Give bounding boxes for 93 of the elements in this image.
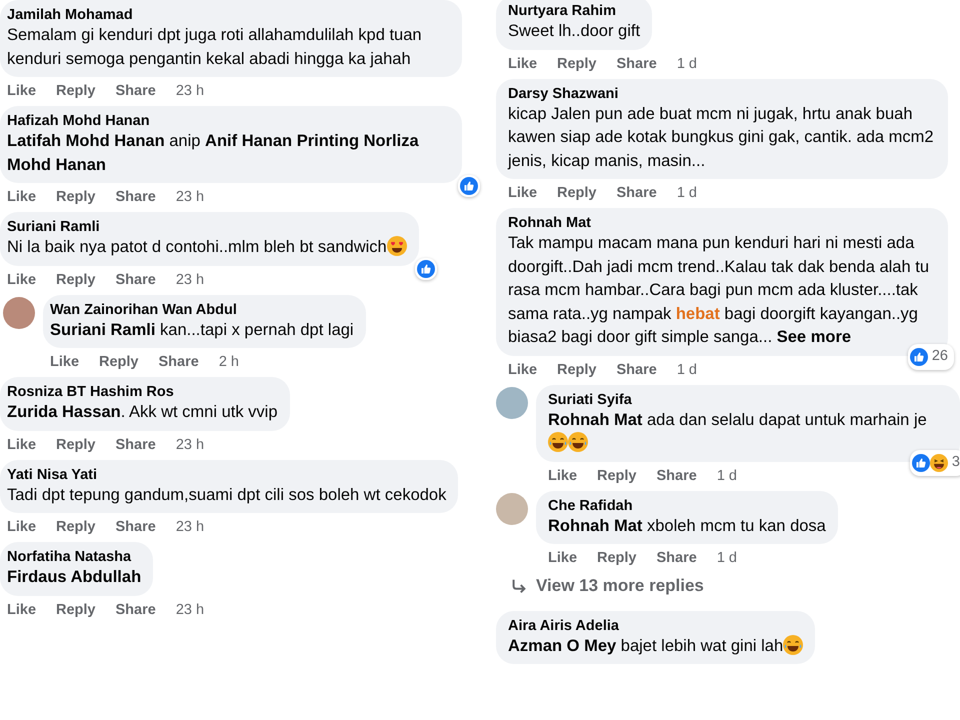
action-link[interactable]: Share bbox=[616, 54, 657, 74]
avatar[interactable] bbox=[496, 386, 528, 418]
comment-text: Ni la baik nya patot d contohi..mlm bleh bt sandwich bbox=[7, 236, 407, 260]
reaction-badge[interactable] bbox=[414, 258, 437, 280]
action-link[interactable]: Like bbox=[508, 183, 538, 203]
like-reaction-icon bbox=[416, 260, 435, 278]
timestamp: 23 h bbox=[176, 188, 204, 207]
timestamp: 1 d bbox=[676, 54, 697, 74]
author-name[interactable]: Yati Nisa Yati bbox=[7, 466, 446, 484]
action-link[interactable]: Share bbox=[116, 517, 156, 537]
avatar[interactable] bbox=[3, 296, 35, 328]
action-link[interactable]: Reply bbox=[597, 548, 637, 568]
comment-text: kicap Jalen pun ade buat mcm ni jugak, hrtu anak buah kawen siap ade kotak bungkus gini gak, cantik. ada mcm2 jenis, kicap manis, masin... bbox=[508, 104, 935, 172]
author-name[interactable]: Rohnah Mat bbox=[508, 214, 936, 232]
action-link[interactable]: Like bbox=[7, 434, 36, 454]
like-reaction-icon bbox=[460, 177, 478, 195]
timestamp: 1 d bbox=[716, 466, 737, 486]
timestamp: 23 h bbox=[176, 82, 204, 101]
reaction-badge[interactable]: 26 bbox=[908, 344, 954, 370]
comment-text: Suriani Ramli kan...tapi x pernah dpt lagi bbox=[50, 320, 354, 340]
action-link[interactable]: Share bbox=[116, 187, 156, 207]
action-link[interactable]: Like bbox=[50, 352, 80, 372]
avatar[interactable] bbox=[496, 492, 528, 524]
like-reaction-icon bbox=[910, 348, 928, 366]
comment-text: Rohnah Mat xboleh mcm tu kan dosa bbox=[548, 516, 826, 536]
action-link[interactable]: Like bbox=[508, 360, 538, 380]
laughing-reaction-icon bbox=[930, 454, 948, 472]
action-link[interactable]: Reply bbox=[56, 517, 96, 537]
comment-text: Semalam gi kenduri dpt juga roti allahamdulilah kpd tuan kenduri semoga pengantin kekal abadi hingga ka jahah bbox=[7, 25, 423, 70]
author-name[interactable]: Aira Airis Adelia bbox=[508, 616, 804, 634]
timestamp: 1 d bbox=[716, 549, 737, 568]
action-link[interactable]: Reply bbox=[597, 466, 637, 486]
action-link[interactable]: Reply bbox=[56, 600, 96, 620]
timestamp: 23 h bbox=[176, 600, 204, 620]
action-link[interactable]: Share bbox=[616, 360, 657, 380]
author-name[interactable]: Rosniza BT Hashim Ros bbox=[7, 383, 278, 401]
author-name[interactable]: Jamilah Mohamad bbox=[7, 6, 450, 24]
action-link[interactable]: Like bbox=[7, 270, 36, 290]
action-link[interactable]: Like bbox=[7, 517, 36, 537]
reaction-count: 26 bbox=[930, 346, 949, 366]
comment-text: Firdaus Abdullah bbox=[7, 567, 142, 588]
action-link[interactable]: Share bbox=[656, 548, 697, 568]
laughing-emoji-icon bbox=[783, 634, 804, 654]
reaction-badge[interactable]: 3 bbox=[910, 450, 960, 476]
action-link[interactable]: Reply bbox=[56, 434, 96, 454]
timestamp: 23 h bbox=[176, 270, 204, 290]
laughing-emoji-icon bbox=[568, 432, 588, 452]
action-link[interactable]: Share bbox=[116, 434, 156, 454]
author-name[interactable]: Wan Zainorihan Wan Abdul bbox=[50, 300, 354, 318]
comment-text: Azman O Mey bajet lebih wat gini lah bbox=[508, 634, 804, 658]
action-link[interactable]: Share bbox=[116, 270, 156, 290]
timestamp: 2 h bbox=[218, 353, 239, 372]
comment-text: Zurida Hassan. Akk wt cmni utk vvip bbox=[7, 402, 278, 423]
timestamp: 1 d bbox=[676, 360, 697, 380]
view-more-replies-link[interactable]: View 13 more replies bbox=[488, 573, 960, 610]
action-link[interactable]: Like bbox=[7, 81, 36, 101]
reaction-count: 3 bbox=[950, 452, 960, 472]
action-link[interactable]: Reply bbox=[557, 360, 597, 380]
action-link[interactable]: Share bbox=[116, 600, 156, 620]
comment-text: Sweet lh..door gift bbox=[508, 21, 640, 42]
action-link[interactable]: Like bbox=[7, 187, 36, 207]
action-link[interactable]: Like bbox=[508, 54, 538, 74]
comment-text: Tadi dpt tepung gandum,suami dpt cili sos boleh wt cekodok bbox=[7, 484, 446, 506]
author-name[interactable]: Suriani Ramli bbox=[7, 218, 407, 236]
action-link[interactable]: Share bbox=[116, 81, 156, 101]
timestamp: 23 h bbox=[176, 436, 204, 454]
reaction-badge[interactable] bbox=[458, 175, 480, 197]
action-link[interactable]: Reply bbox=[99, 352, 139, 372]
action-link[interactable]: Like bbox=[548, 548, 578, 568]
action-link[interactable]: Share bbox=[616, 183, 657, 203]
comment-text: Latifah Mohd Hanan anip Anif Hanan Printing Norliza Mohd Hanan bbox=[7, 131, 420, 176]
action-link[interactable]: Reply bbox=[557, 54, 597, 74]
action-link[interactable]: Like bbox=[548, 466, 578, 486]
timestamp: 1 d bbox=[676, 184, 697, 203]
author-name[interactable]: Nurtyara Rahim bbox=[508, 2, 640, 20]
action-link[interactable]: Share bbox=[158, 352, 199, 372]
laughing-emoji-icon bbox=[548, 432, 568, 452]
see-more-link[interactable]: See more bbox=[776, 328, 852, 346]
timestamp: 23 h bbox=[176, 518, 204, 537]
author-name[interactable]: Che Rafidah bbox=[548, 496, 826, 514]
reply-arrow-icon bbox=[510, 576, 528, 595]
action-link[interactable]: Reply bbox=[56, 81, 96, 101]
action-link[interactable]: Share bbox=[656, 466, 697, 486]
like-reaction-icon bbox=[912, 454, 930, 472]
action-link[interactable]: Reply bbox=[557, 183, 597, 203]
author-name[interactable]: Darsy Shazwani bbox=[508, 84, 936, 102]
action-link[interactable]: Reply bbox=[56, 270, 96, 290]
heart-eyes-emoji-icon bbox=[386, 236, 407, 256]
action-link[interactable]: Like bbox=[7, 600, 36, 620]
author-name[interactable]: Norfatiha Natasha bbox=[7, 548, 142, 566]
action-link[interactable]: Reply bbox=[56, 187, 96, 207]
author-name[interactable]: Suriati Syifa bbox=[548, 390, 948, 408]
author-name[interactable]: Hafizah Mohd Hanan bbox=[7, 112, 450, 130]
